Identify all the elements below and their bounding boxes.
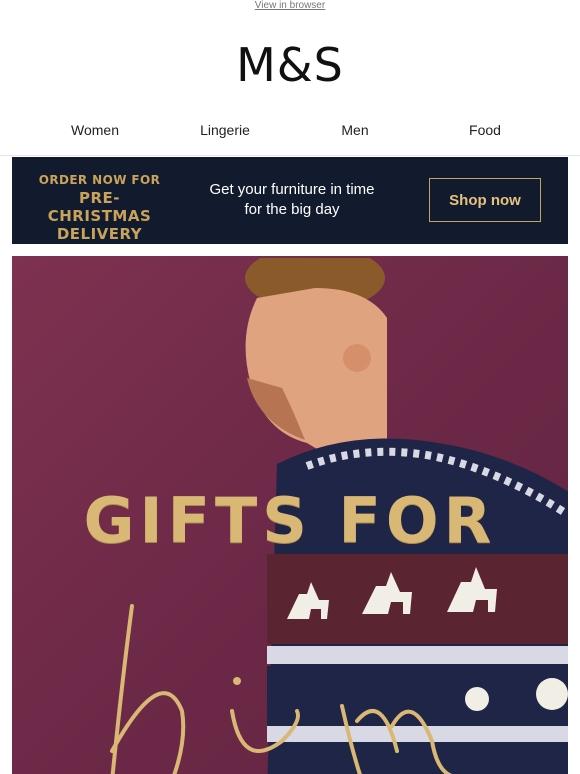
- delivery-banner[interactable]: ORDER NOW FOR PRE-CHRISTMAS DELIVERY Get…: [12, 157, 568, 244]
- nav-item-men[interactable]: Men: [290, 118, 420, 142]
- banner-order-line1: ORDER NOW FOR: [38, 173, 161, 187]
- banner-message: Get your furniture in time for the big d…: [209, 181, 375, 218]
- brand-logo[interactable]: M&S: [0, 38, 580, 92]
- nav-item-food[interactable]: Food: [420, 118, 550, 142]
- banner-order-heading: ORDER NOW FOR PRE-CHRISTMAS DELIVERY: [32, 173, 167, 243]
- hero-script-him: [110, 604, 453, 774]
- hero-image[interactable]: GIFTS FOR: [12, 256, 568, 774]
- nav-item-lingerie[interactable]: Lingerie: [160, 118, 290, 142]
- main-nav: Women Lingerie Men Food: [30, 118, 550, 142]
- view-in-browser-link[interactable]: View in browser: [0, 0, 580, 12]
- nav-divider: [0, 155, 580, 156]
- hero-title: GIFTS FOR: [83, 484, 497, 557]
- shop-now-button[interactable]: Shop now: [429, 178, 541, 222]
- banner-order-line2: PRE-CHRISTMAS DELIVERY: [47, 189, 152, 243]
- nav-item-women[interactable]: Women: [30, 118, 160, 142]
